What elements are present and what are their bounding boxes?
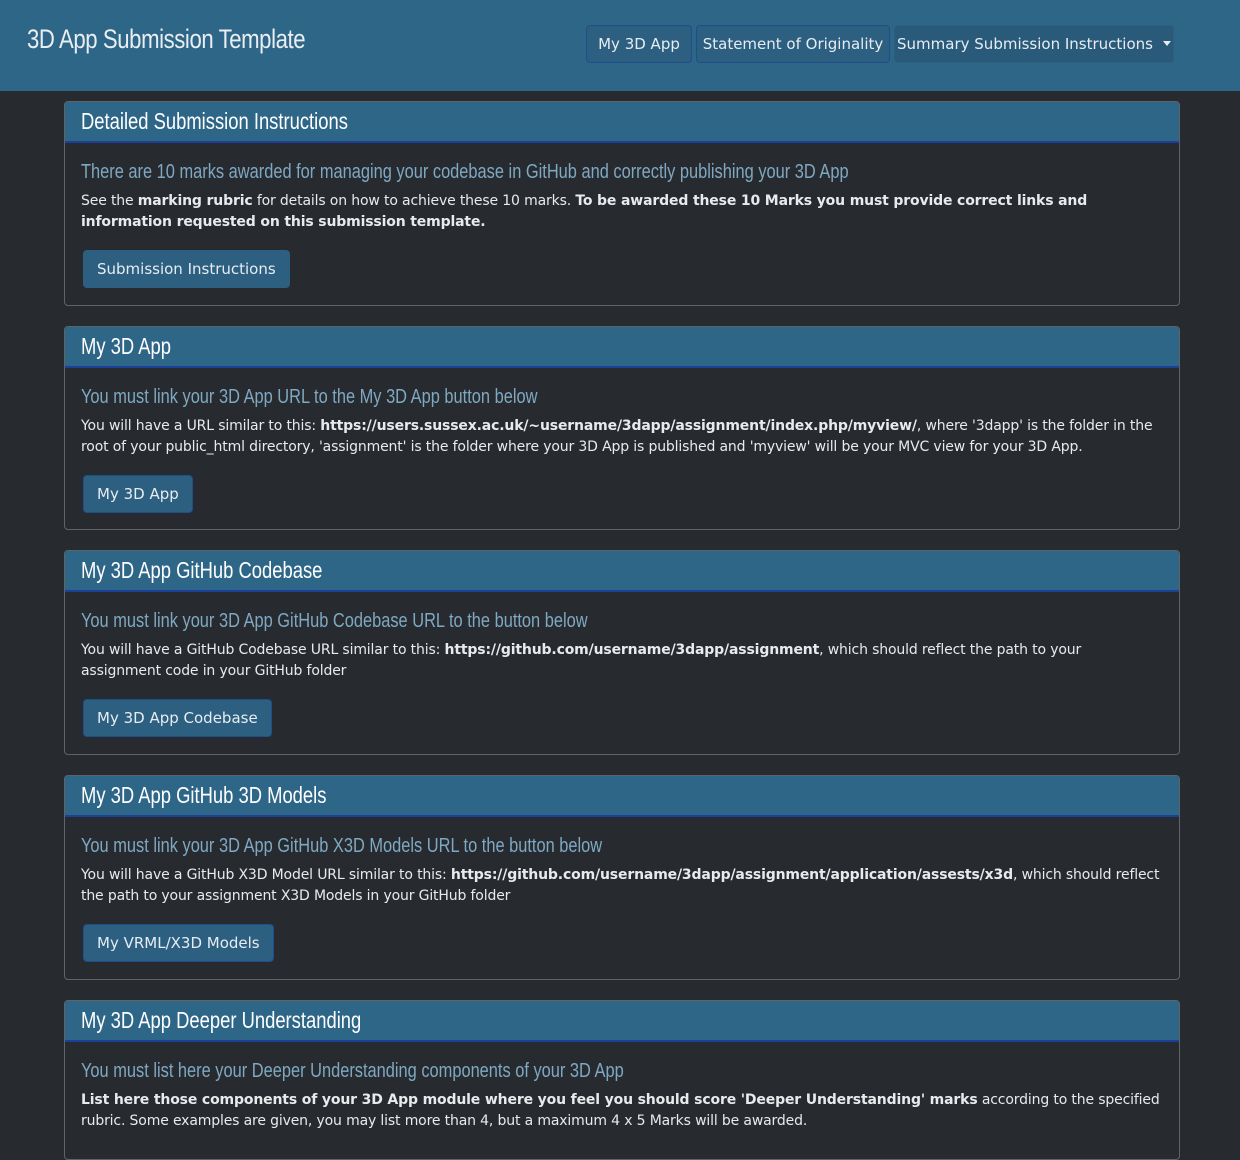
nav-statement-of-originality-button[interactable]: Statement of Originality [696,25,890,63]
nav-my-3d-app-button[interactable]: My 3D App [586,25,692,63]
card-title: My 3D App Deeper Understanding [81,1007,362,1033]
card-body: You must link your 3D App GitHub Codebas… [65,592,1179,737]
card-github-3d-models: My 3D App GitHub 3D Models You must link… [64,775,1180,980]
card-body: You must link your 3D App URL to the My … [65,368,1179,513]
card-body: You must list here your Deeper Understan… [65,1042,1179,1132]
card-header: My 3D App Deeper Understanding [65,1001,1179,1042]
my-3d-app-button[interactable]: My 3D App [83,475,193,513]
card-header: My 3D App GitHub 3D Models [65,776,1179,817]
my-3d-app-codebase-button[interactable]: My 3D App Codebase [83,699,272,737]
desc-url: https://github.com/username/3dapp/assign… [450,867,1013,883]
nav-summary-instructions-dropdown[interactable]: Summary Submission Instructions [894,25,1174,63]
desc-text: You will have a GitHub X3D Model URL sim… [81,867,451,883]
dropdown-label: Summary Submission Instructions [897,35,1153,53]
desc-text: You will have a GitHub Codebase URL simi… [81,642,445,658]
card-subtitle: There are 10 marks awarded for managing … [81,161,849,183]
card-header: My 3D App [65,327,1179,368]
card-my-3d-app: My 3D App You must link your 3D App URL … [64,326,1180,530]
card-title: My 3D App [81,333,171,359]
card-header: Detailed Submission Instructions [65,102,1179,143]
card-detailed-submission-instructions: Detailed Submission Instructions There a… [64,101,1180,306]
caret-down-icon [1162,40,1171,46]
card-title: Detailed Submission Instructions [81,108,348,134]
card-description: You will have a GitHub Codebase URL simi… [81,640,1163,682]
card-description: You will have a URL similar to this: htt… [81,416,1163,458]
card-description: See the marking rubric for details on ho… [81,191,1163,233]
card-header: My 3D App GitHub Codebase [65,551,1179,592]
desc-url: https://users.sussex.ac.uk/~username/3da… [320,418,917,434]
card-title: My 3D App GitHub Codebase [81,557,323,583]
card-deeper-understanding: My 3D App Deeper Understanding You must … [64,1000,1180,1160]
my-vrml-x3d-models-button[interactable]: My VRML/X3D Models [83,924,274,962]
desc-bold: marking rubric [137,193,253,209]
card-subtitle: You must list here your Deeper Understan… [81,1060,624,1082]
card-github-codebase: My 3D App GitHub Codebase You must link … [64,550,1180,755]
card-description: You will have a GitHub X3D Model URL sim… [81,865,1163,907]
card-subtitle: You must link your 3D App GitHub Codebas… [81,610,588,632]
desc-bold: List here those components of your 3D Ap… [81,1092,978,1108]
card-title: My 3D App GitHub 3D Models [81,782,327,808]
card-description: List here those components of your 3D Ap… [81,1090,1163,1132]
card-subtitle: You must link your 3D App URL to the My … [81,386,538,408]
card-body: You must link your 3D App GitHub X3D Mod… [65,817,1179,962]
desc-url: https://github.com/username/3dapp/assign… [444,642,820,658]
desc-text: You will have a URL similar to this: [81,418,321,434]
desc-text: See the [81,193,138,209]
card-body: There are 10 marks awarded for managing … [65,143,1179,288]
top-navbar: 3D App Submission Template My 3D App Sta… [0,0,1240,91]
card-subtitle: You must link your 3D App GitHub X3D Mod… [81,835,603,857]
submission-instructions-button[interactable]: Submission Instructions [83,250,290,288]
desc-text: for details on how to achieve these 10 m… [252,193,576,209]
navbar-brand[interactable]: 3D App Submission Template [27,24,306,55]
